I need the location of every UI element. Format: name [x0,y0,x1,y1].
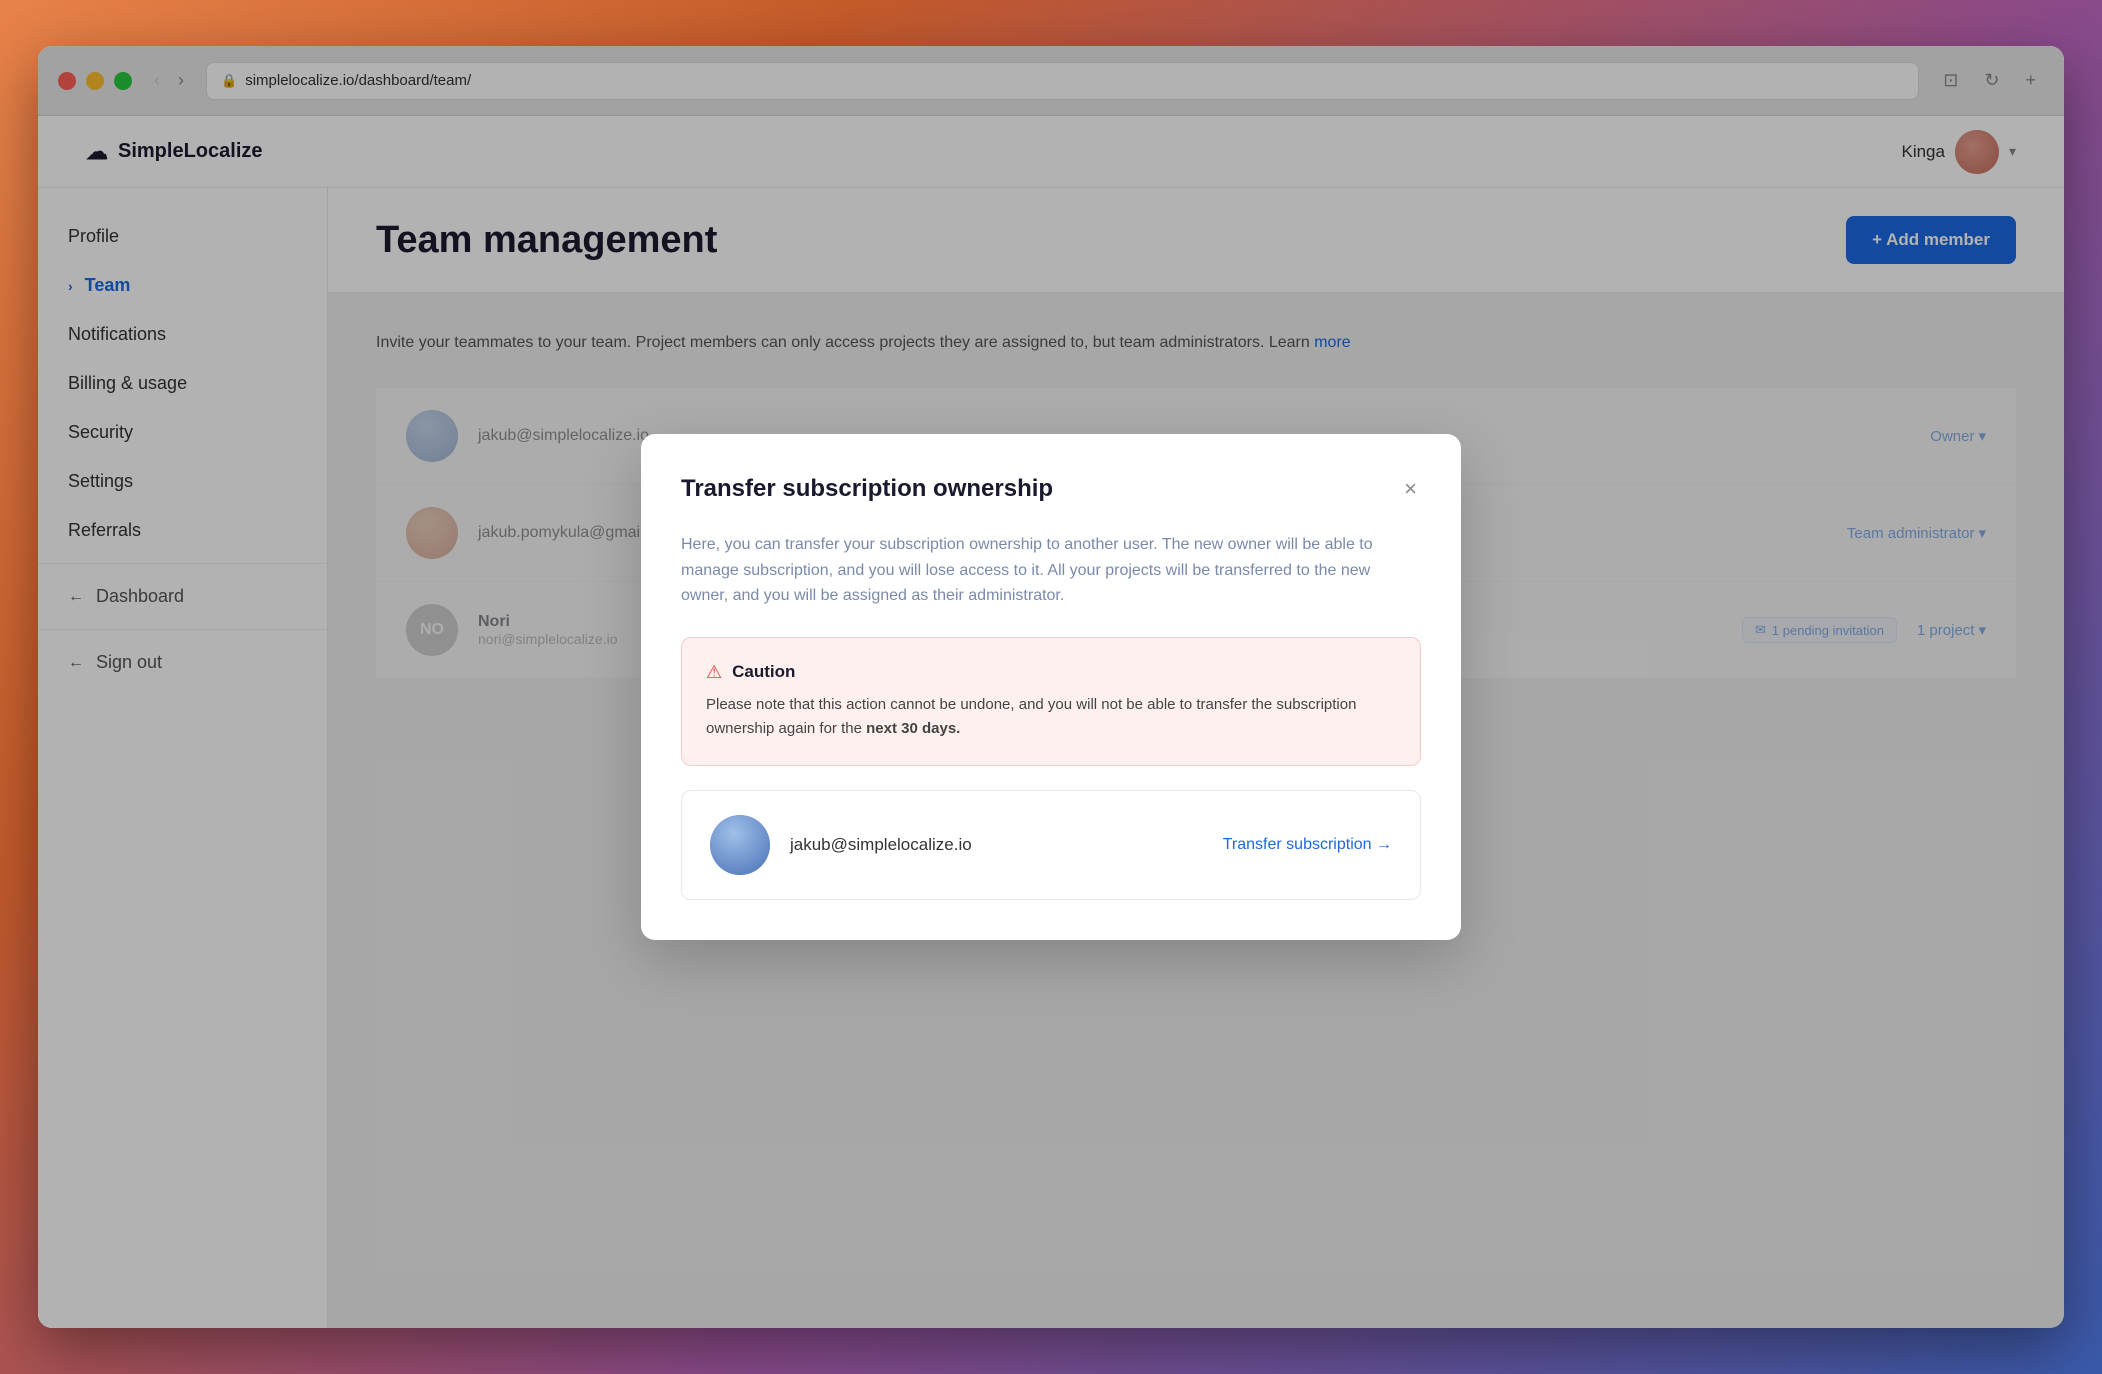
transfer-subscription-modal: Transfer subscription ownership × Here, … [641,434,1461,940]
browser-window: ‹ › 🔒 simplelocalize.io/dashboard/team/ … [38,46,2064,1328]
transfer-user-email: jakub@simplelocalize.io [790,835,1203,855]
warning-icon: ⚠ [706,662,722,683]
transfer-user-card: jakub@simplelocalize.io Transfer subscri… [681,790,1421,900]
app-container: ☁ SimpleLocalize Kinga ▾ Profile [38,116,2064,1328]
modal-title: Transfer subscription ownership [681,475,1053,503]
app-body: Profile › Team Notifications Billing & u… [38,188,2064,1328]
caution-text: Please note that this action cannot be u… [706,693,1396,741]
caution-title: Caution [732,662,795,682]
caution-box: ⚠ Caution Please note that this action c… [681,637,1421,766]
modal-header: Transfer subscription ownership × [681,474,1421,504]
caution-header: ⚠ Caution [706,662,1396,683]
transfer-user-avatar [710,815,770,875]
transfer-subscription-button[interactable]: Transfer subscription → [1223,836,1392,854]
modal-overlay[interactable]: Transfer subscription ownership × Here, … [328,188,2064,1328]
modal-description: Here, you can transfer your subscription… [681,532,1421,609]
main-content: Team management + Add member Invite your… [328,188,2064,1328]
modal-close-button[interactable]: × [1400,474,1421,504]
